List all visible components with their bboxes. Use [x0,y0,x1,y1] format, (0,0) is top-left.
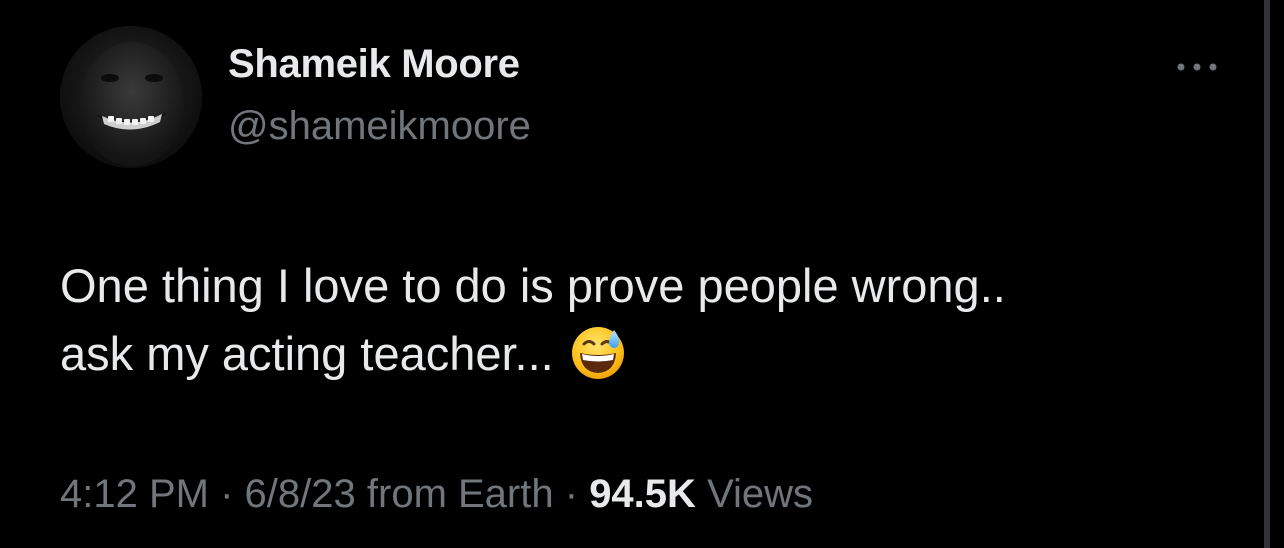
tweet-date[interactable]: 6/8/23 [245,472,356,516]
separator: · [220,472,234,516]
tweet-text-segment: ask my acting teacher... [60,327,554,380]
grinning-face-with-sweat-icon [570,324,626,398]
display-name[interactable]: Shameik Moore [228,42,520,87]
avatar-photo [60,26,202,168]
tweet: Shameik Moore @shameikmoore One thing I … [0,0,1284,548]
tweet-text-line: One thing I love to do is prove people w… [60,259,1006,312]
tweet-time[interactable]: 4:12 PM [60,472,209,516]
user-handle[interactable]: @shameikmoore [228,104,531,149]
tweet-text-line: ask my acting teacher... [60,320,1210,398]
avatar[interactable] [60,26,202,168]
tweet-metadata: 4:12 PM · 6/8/23 from Earth · 94.5K View… [60,472,813,517]
views-count[interactable]: 94.5K [589,472,696,516]
separator: · [564,472,579,516]
views-label: Views [707,472,814,516]
tweet-source: from Earth [366,472,554,516]
more-horizontal-icon [1177,63,1217,71]
scrollbar[interactable] [1264,0,1270,548]
more-options-button[interactable] [1168,50,1226,84]
tweet-text: One thing I love to do is prove people w… [60,252,1210,398]
